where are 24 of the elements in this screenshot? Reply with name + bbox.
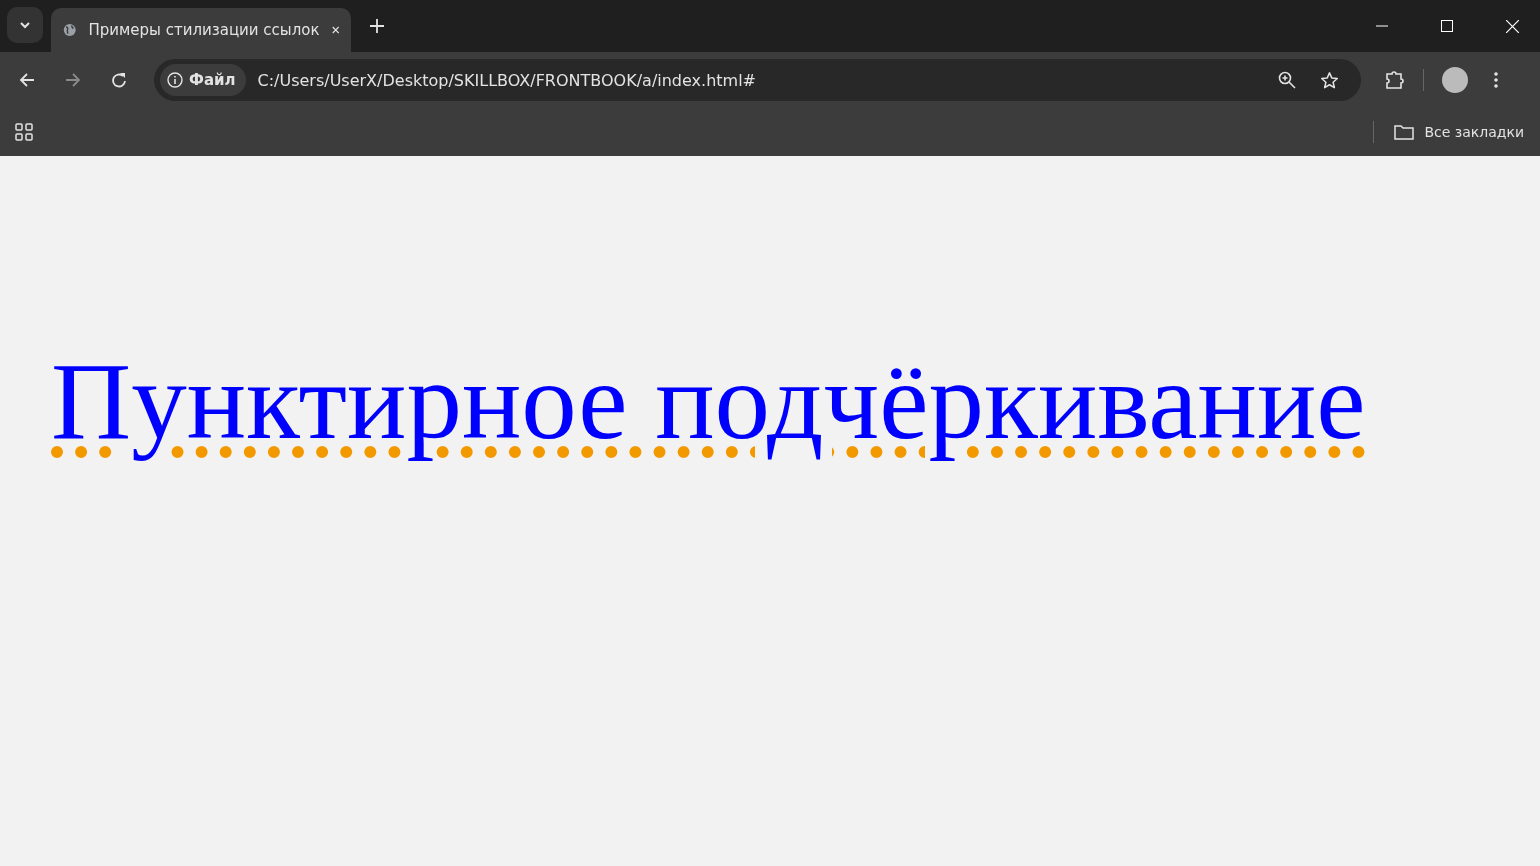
puzzle-piece-icon[interactable]	[1385, 70, 1405, 90]
chevron-down-icon	[19, 21, 31, 29]
back-arrow-icon[interactable]	[19, 72, 35, 88]
browser-tab[interactable]: Примеры стилизации ссылок	[51, 8, 351, 52]
more-menu-icon[interactable]	[1494, 72, 1498, 88]
folder-icon	[1394, 124, 1415, 140]
tab-title: Примеры стилизации ссылок	[88, 21, 320, 39]
reload-icon[interactable]	[111, 71, 128, 89]
globe-icon	[63, 21, 77, 39]
info-icon	[167, 72, 183, 88]
url-text: C:/Users/UserX/Desktop/SKILLBOX/FRONTBOOK/a/index.html#	[257, 70, 756, 90]
close-icon[interactable]	[331, 25, 339, 35]
forward-arrow-icon[interactable]	[65, 72, 81, 88]
apps-grid-icon[interactable]	[15, 123, 33, 141]
all-bookmarks-button[interactable]: Все закладки	[1394, 124, 1524, 140]
maximize-icon[interactable]	[1441, 20, 1453, 32]
new-tab-icon[interactable]	[370, 19, 384, 33]
chip-label: Файл	[189, 71, 236, 89]
address-bar[interactable]: Файл C:/Users/UserX/Desktop/SKILLBOX/FRONTBOOK/a/index.html#	[154, 59, 1361, 101]
zoom-icon[interactable]	[1278, 71, 1296, 89]
site-info-chip[interactable]: Файл	[160, 64, 246, 96]
dotted-underline-link[interactable]: Пунктирное подчёркивание	[51, 339, 1366, 462]
profile-avatar[interactable]	[1442, 67, 1468, 93]
star-icon[interactable]	[1320, 70, 1339, 90]
